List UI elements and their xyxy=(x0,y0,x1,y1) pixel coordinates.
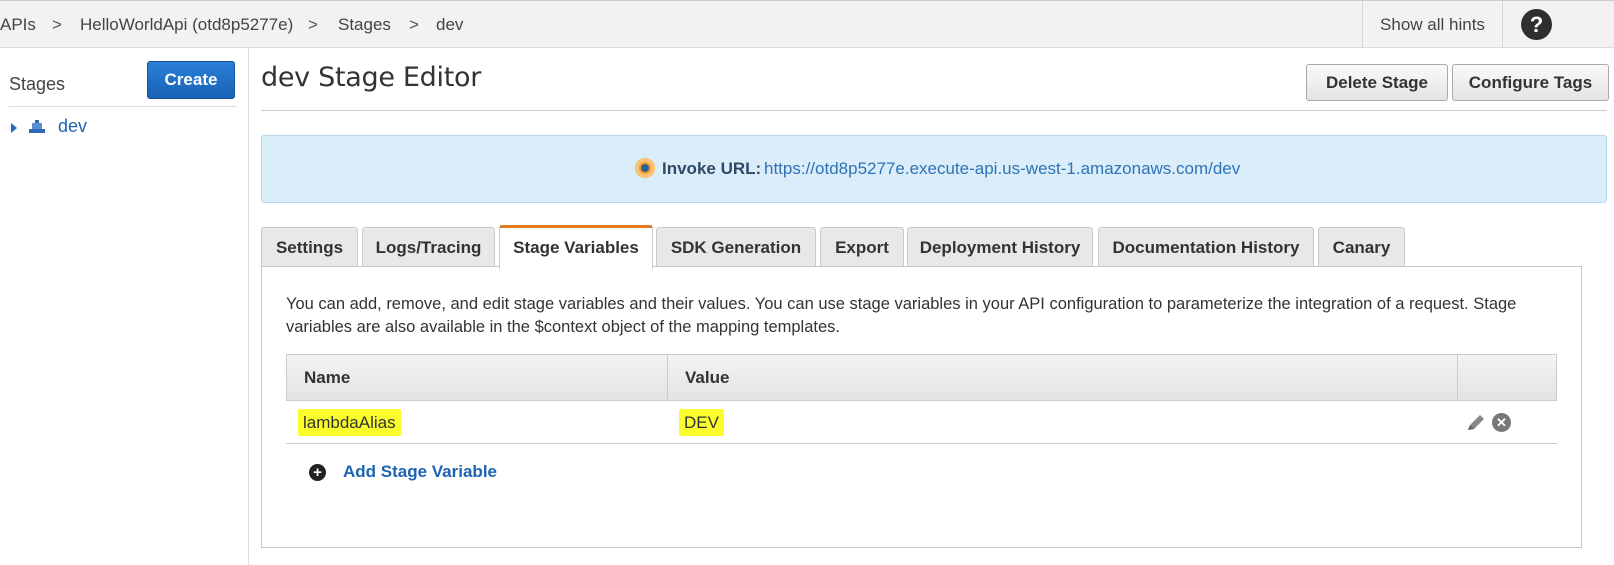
sidebar-divider xyxy=(9,106,237,107)
pencil-icon[interactable] xyxy=(1466,414,1486,432)
breadcrumb-apis[interactable]: APIs xyxy=(0,15,36,35)
header-divider xyxy=(261,110,1607,111)
invoke-url-icon xyxy=(635,158,655,178)
invoke-url-box: Invoke URL: https://otd8p5277e.execute-a… xyxy=(261,135,1607,203)
stage-variables-description: You can add, remove, and edit stage vari… xyxy=(286,295,1517,336)
tab-canary[interactable]: Canary xyxy=(1318,227,1405,267)
column-header-value: Value xyxy=(667,355,1457,400)
tab-stage-variables[interactable]: Stage Variables xyxy=(499,225,653,269)
delete-stage-button[interactable]: Delete Stage xyxy=(1306,64,1448,101)
expand-caret-icon[interactable] xyxy=(11,123,17,133)
top-bar: APIs > HelloWorldApi (otd8p5277e) > Stag… xyxy=(0,0,1614,48)
configure-tags-button[interactable]: Configure Tags xyxy=(1452,64,1609,101)
variable-name-cell[interactable]: lambdaAlias xyxy=(298,409,401,436)
invoke-url-link[interactable]: https://otd8p5277e.execute-api.us-west-1… xyxy=(764,159,1240,179)
breadcrumb-stages[interactable]: Stages xyxy=(338,15,391,35)
breadcrumb-dev: dev xyxy=(436,15,464,34)
sidebar-title: Stages xyxy=(9,74,66,94)
tab-documentation-history[interactable]: Documentation History xyxy=(1098,227,1314,267)
stage-icon xyxy=(29,120,45,133)
tab-export[interactable]: Export xyxy=(820,227,904,267)
breadcrumb-separator: > xyxy=(409,15,419,34)
table-header: Name Value xyxy=(286,354,1557,401)
table-row: lambdaAlias DEV ✕ xyxy=(286,401,1557,444)
tab-deployment-history[interactable]: Deployment History xyxy=(907,227,1093,267)
sidebar-item-dev[interactable]: dev xyxy=(58,116,87,137)
help-icon[interactable]: ? xyxy=(1521,9,1552,40)
stages-sidebar: Stages Create dev xyxy=(0,48,249,565)
create-stage-button[interactable]: Create xyxy=(147,61,235,99)
add-icon[interactable]: + xyxy=(309,464,326,481)
page-title: dev Stage Editor xyxy=(261,62,482,93)
delete-icon[interactable]: ✕ xyxy=(1492,413,1511,432)
column-header-name: Name xyxy=(304,368,351,387)
show-all-hints-button[interactable]: Show all hints xyxy=(1362,1,1503,48)
breadcrumb-separator: > xyxy=(52,15,62,34)
tab-sdk-generation[interactable]: SDK Generation xyxy=(656,227,816,267)
tab-logs-tracing[interactable]: Logs/Tracing xyxy=(362,227,495,267)
variable-value-cell[interactable]: DEV xyxy=(679,409,724,436)
tab-settings[interactable]: Settings xyxy=(261,227,358,267)
invoke-url-label: Invoke URL: xyxy=(662,159,762,178)
breadcrumb-api-name[interactable]: HelloWorldApi (otd8p5277e) xyxy=(80,15,293,35)
stage-variables-panel: You can add, remove, and edit stage vari… xyxy=(261,266,1582,548)
column-header-actions xyxy=(1457,355,1556,400)
add-stage-variable-link[interactable]: Add Stage Variable xyxy=(343,462,497,482)
breadcrumb-separator: > xyxy=(308,15,318,34)
